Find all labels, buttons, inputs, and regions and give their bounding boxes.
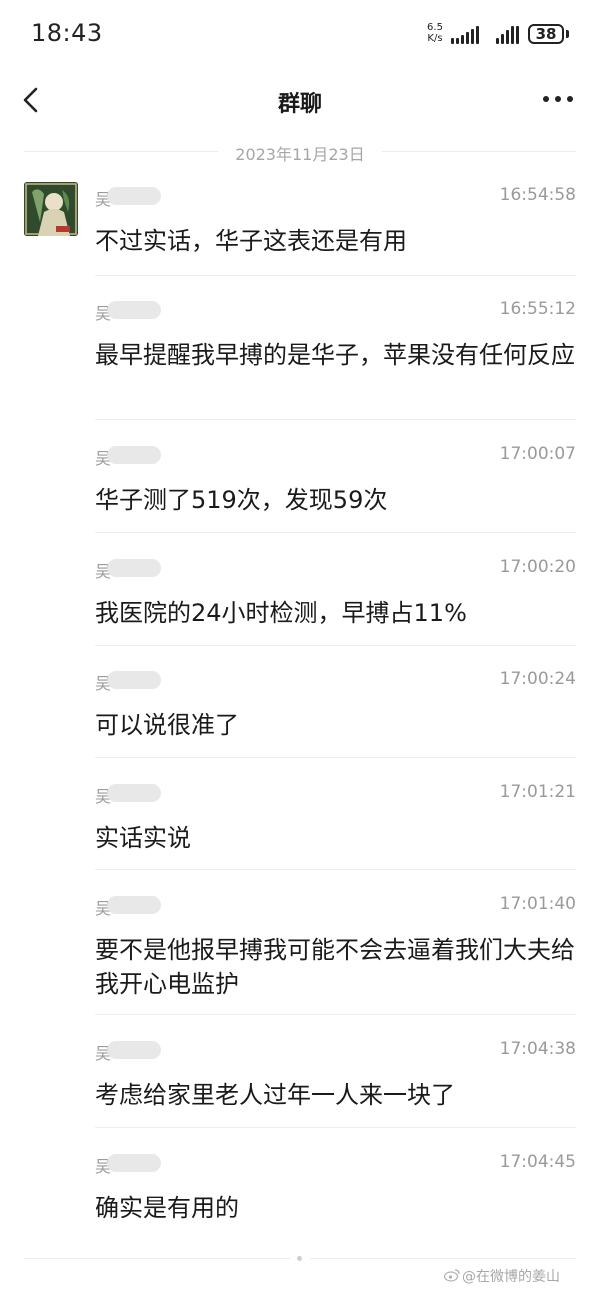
battery-level: 38 [535, 25, 557, 43]
sender-name: 吴 [95, 1038, 185, 1063]
sender-name: 吴 [95, 298, 185, 323]
message-item: 吴 17:04:45 确实是有用的 [95, 1151, 576, 1241]
message-item: 吴 17:00:07 华子测了519次，发现59次 [95, 443, 576, 533]
message-text: 我医院的24小时检测，早搏占11% [95, 599, 467, 627]
message-divider [95, 275, 576, 276]
message-time: 17:04:45 [499, 1152, 576, 1172]
back-icon [23, 87, 38, 113]
bottom-divider [24, 1258, 290, 1259]
sender-name: 吴 [95, 893, 185, 918]
message-text: 要不是他报早搏我可能不会去逼着我们大夫给我开心电监护 [95, 936, 575, 998]
bottom-divider [310, 1258, 576, 1259]
message-item: 吴 16:54:58 不过实话，华子这表还是有用 [95, 184, 576, 276]
message-text: 最早提醒我早搏的是华子，苹果没有任何反应 [95, 341, 575, 369]
back-button[interactable] [14, 80, 54, 120]
message-time: 17:00:24 [499, 669, 576, 689]
network-speed: 6.5 K/s [424, 22, 446, 44]
sender-name: 吴 [95, 556, 185, 581]
network-speed-value: 6.5 [427, 22, 443, 33]
message-time: 17:01:40 [499, 894, 576, 914]
sender-name: 吴 [95, 1151, 185, 1176]
message-divider [95, 532, 576, 533]
battery-tip [566, 30, 569, 38]
message-item: 吴 17:01:40 要不是他报早搏我可能不会去逼着我们大夫给我开心电监护 [95, 893, 576, 1013]
more-icon [543, 96, 549, 102]
message-text: 不过实话，华子这表还是有用 [95, 227, 407, 255]
message-divider [95, 757, 576, 758]
message-text: 考虑给家里老人过年一人来一块了 [95, 1081, 455, 1109]
date-label: 2023年11月23日 [235, 145, 365, 164]
page-title: 群聊 [277, 92, 322, 117]
message-divider [95, 419, 576, 420]
sender-name: 吴 [95, 781, 185, 806]
message-text: 华子测了519次，发现59次 [95, 486, 388, 514]
message-item: 吴 17:00:20 我医院的24小时检测，早搏占11% [95, 556, 576, 646]
message-divider [95, 1127, 576, 1128]
message-divider [95, 645, 576, 646]
nav-bar: 群聊 [0, 68, 600, 130]
message-item: 吴 17:00:24 可以说很准了 [95, 668, 576, 758]
status-bar: 18:43 6.5 K/s 38 [0, 0, 600, 68]
avatar-image [24, 182, 78, 236]
message-text: 可以说很准了 [95, 711, 239, 739]
weibo-icon [444, 1269, 460, 1282]
message-time: 17:04:38 [499, 1039, 576, 1059]
message-divider [95, 1014, 576, 1015]
battery-icon: 38 [528, 24, 564, 44]
message-item: 吴 16:55:12 最早提醒我早搏的是华子，苹果没有任何反应 [95, 298, 576, 418]
message-time: 17:00:20 [499, 557, 576, 577]
signal-icon [451, 26, 485, 44]
network-speed-unit: K/s [427, 33, 443, 44]
more-button[interactable] [536, 84, 580, 114]
message-divider [95, 869, 576, 870]
message-time: 17:00:07 [499, 444, 576, 464]
signal-icon [496, 26, 520, 44]
status-time: 18:43 [31, 19, 103, 47]
message-time: 16:55:12 [499, 299, 576, 319]
sender-name: 吴 [95, 668, 185, 693]
message-text: 实话实说 [95, 824, 191, 852]
sender-name: 吴 [95, 184, 185, 209]
message-text: 确实是有用的 [95, 1194, 239, 1222]
message-time: 17:01:21 [499, 782, 576, 802]
message-time: 16:54:58 [499, 185, 576, 205]
date-separator: 2023年11月23日 [0, 140, 600, 164]
sender-name: 吴 [95, 443, 185, 468]
message-item: 吴 17:01:21 实话实说 [95, 781, 576, 871]
avatar[interactable] [24, 182, 78, 236]
watermark: @在微博的姜山 [462, 1269, 560, 1285]
loading-dot [297, 1256, 302, 1261]
message-item: 吴 17:04:38 考虑给家里老人过年一人来一块了 [95, 1038, 576, 1128]
